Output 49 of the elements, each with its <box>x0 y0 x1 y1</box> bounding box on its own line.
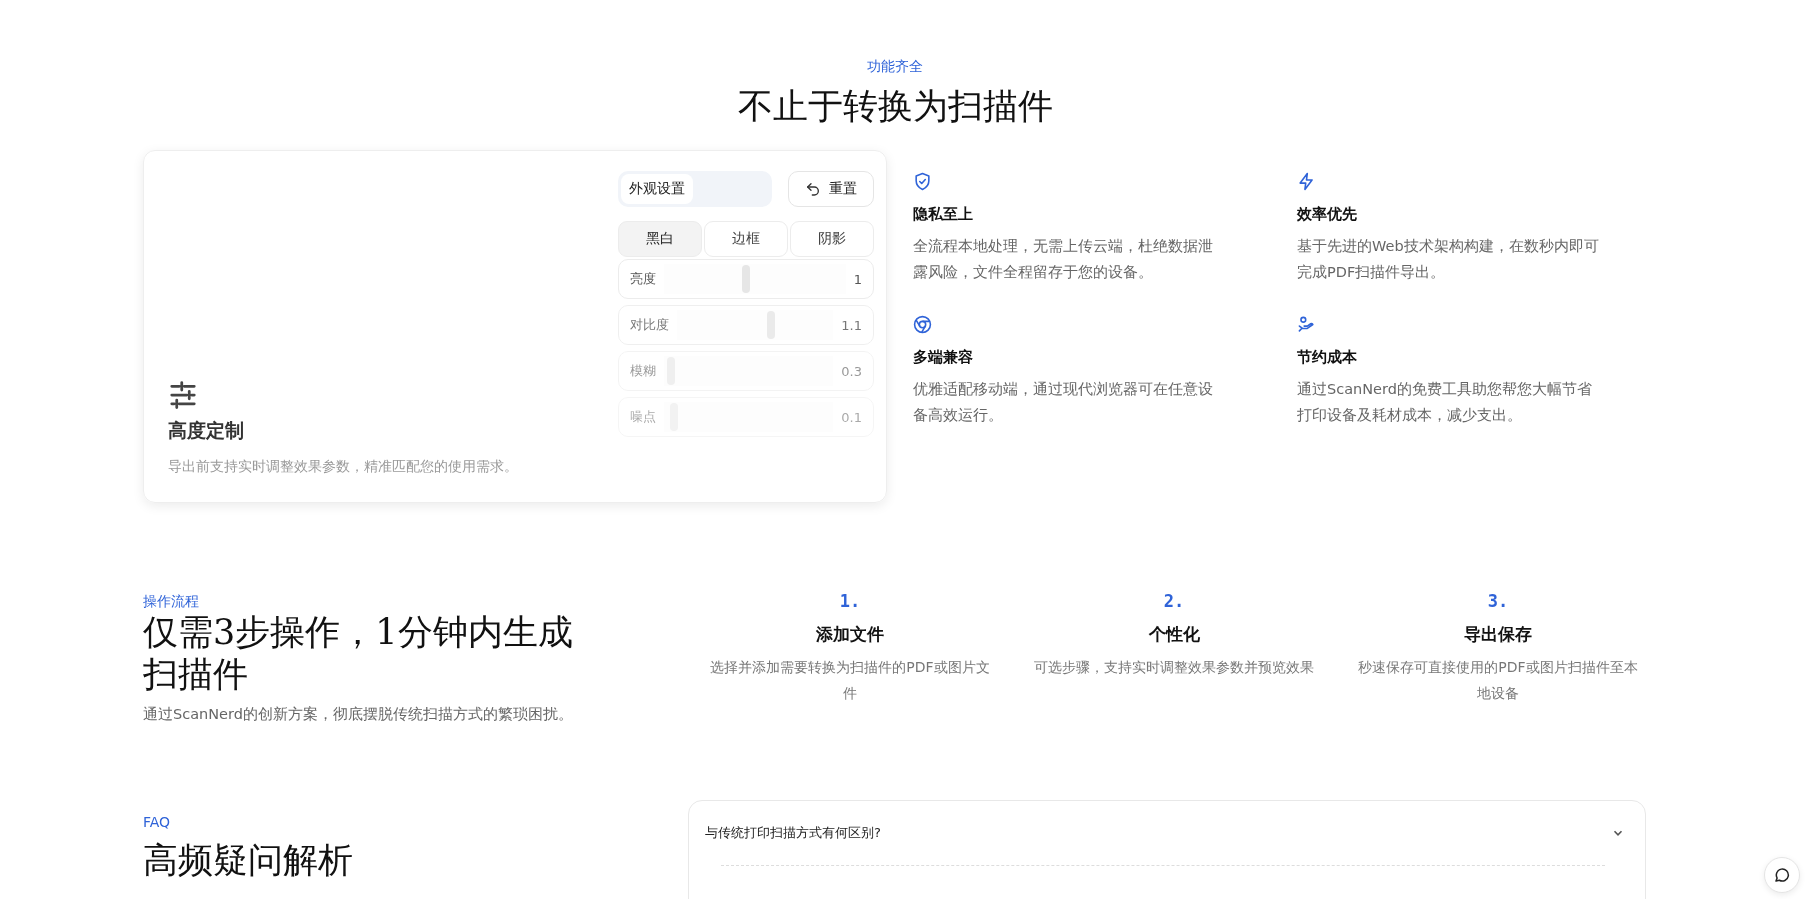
section-eyebrow: 功能齐全 <box>866 57 924 76</box>
undo-icon <box>805 181 821 197</box>
section-heading: 仅需3步操作，1分钟内生成扫描件 <box>143 611 574 695</box>
step-number: 1. <box>838 591 862 611</box>
step-description: 选择并添加需要转换为扫描件的PDF或图片文件 <box>710 658 990 703</box>
feature-title: 效率优先 <box>1297 205 1358 224</box>
chat-bubble-icon <box>1773 866 1791 884</box>
feature-title: 隐私至上 <box>913 205 974 224</box>
card-description: 导出前支持实时调整效果参数，精准匹配您的使用需求。 <box>168 458 518 476</box>
chat-button[interactable] <box>1764 857 1800 893</box>
step-title: 添加文件 <box>815 623 885 646</box>
section-subtitle: 通过ScanNerd的创新方案，彻底摆脱传统扫描方式的繁琐困扰。 <box>143 705 574 724</box>
slider-label: 对比度 <box>630 316 669 334</box>
hand-coin-icon <box>1297 315 1316 334</box>
feature-description: 基于先进的Web技术架构构建，在数秒内即可完成PDF扫描件导出。 <box>1297 237 1600 282</box>
slider-value: 0.3 <box>841 363 862 379</box>
step-number: 3. <box>1486 591 1510 611</box>
segment-tab[interactable]: 外观设置 <box>621 174 693 204</box>
mode-button[interactable]: 边框 <box>704 221 788 257</box>
mode-button[interactable]: 阴影 <box>790 221 874 257</box>
feature-title: 多端兼容 <box>913 348 974 367</box>
feature-title: 节约成本 <box>1297 348 1358 367</box>
section-eyebrow: FAQ <box>143 813 172 832</box>
feature-description: 通过ScanNerd的免费工具助您帮您大幅节省打印设备及耗材成本，减少支出。 <box>1297 380 1593 425</box>
step-description: 可选步骤，支持实时调整效果参数并预览效果 <box>1034 658 1314 677</box>
card-title: 高度定制 <box>168 418 245 443</box>
feature-description: 优雅适配移动端，通过现代浏览器可在任意设备高效运行。 <box>913 380 1214 425</box>
browser-icon <box>913 315 932 334</box>
slider-value: 0.1 <box>841 409 862 425</box>
reset-button[interactable]: 重置 <box>788 171 874 207</box>
slider-value: 1 <box>853 271 862 287</box>
slider-label: 亮度 <box>630 270 656 288</box>
slider-thumb[interactable] <box>741 265 750 293</box>
slider-value: 1.1 <box>841 317 862 333</box>
step-title: 个性化 <box>1147 623 1201 646</box>
step-title: 导出保存 <box>1463 623 1533 646</box>
slider-label: 噪点 <box>630 408 656 426</box>
step-description: 秒速保存可直接使用的PDF或图片扫描件至本地设备 <box>1358 658 1638 703</box>
section-heading: 不止于转换为扫描件 <box>736 85 1054 128</box>
step-number: 2. <box>1162 591 1186 611</box>
faq-question[interactable]: 与传统打印扫描方式有何区别? <box>705 801 1625 865</box>
shield-check-icon <box>913 172 932 191</box>
section-heading: 高频疑问解析 <box>143 839 354 882</box>
mode-button[interactable]: 黑白 <box>618 221 702 257</box>
section-eyebrow: 操作流程 <box>143 592 200 611</box>
sliders-icon <box>168 380 198 410</box>
slider-label: 模糊 <box>630 362 656 380</box>
feature-description: 全流程本地处理，无需上传云端，杜绝数据泄露风险，文件全程留存于您的设备。 <box>913 237 1214 282</box>
lightning-icon <box>1297 172 1316 191</box>
